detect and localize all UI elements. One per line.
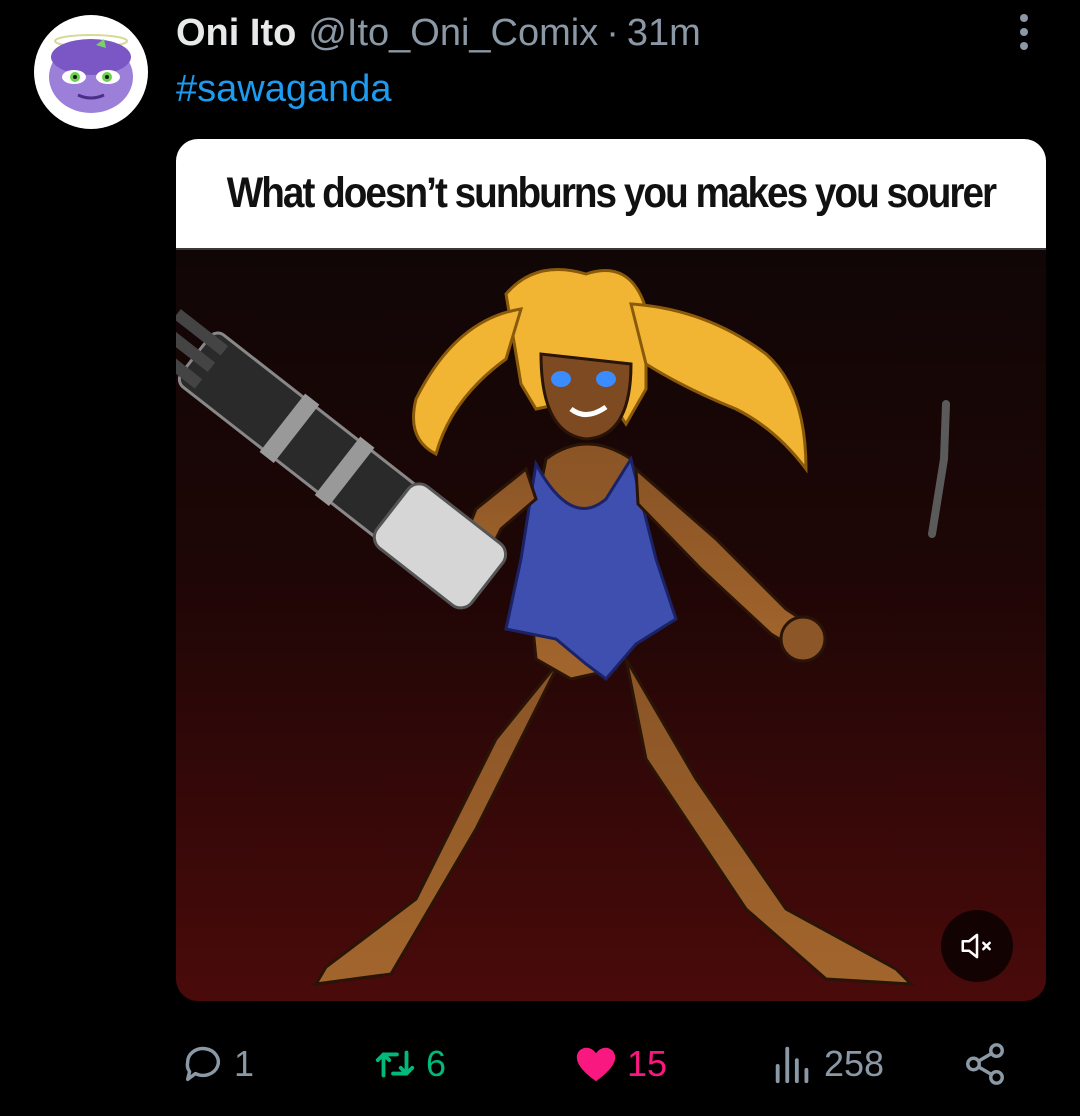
repost-button[interactable]: 6 xyxy=(372,1036,446,1092)
reply-button[interactable]: 1 xyxy=(180,1036,254,1092)
separator-dot: · xyxy=(606,12,619,54)
post-timestamp[interactable]: 31m xyxy=(627,10,701,56)
repost-icon xyxy=(375,1050,415,1078)
views-button[interactable]: 258 xyxy=(770,1036,884,1092)
author-display-name[interactable]: Oni Ito xyxy=(176,10,296,56)
views-count: 258 xyxy=(824,1043,885,1084)
heart-filled-icon xyxy=(576,1047,616,1082)
author-handle[interactable]: @Ito_Oni_Comix xyxy=(308,10,598,56)
like-button[interactable]: 15 xyxy=(573,1036,667,1092)
post-actions-bar: 1 6 15 258 xyxy=(0,1036,1080,1092)
speaker-mute-glyph xyxy=(961,933,991,959)
like-count: 15 xyxy=(627,1043,668,1084)
meme-caption-bar: What doesn’t sunburns you makes you sour… xyxy=(176,139,1046,250)
meme-caption-text: What doesn’t sunburns you makes you sour… xyxy=(226,169,997,217)
post-header: Oni Ito @Ito_Oni_Comix · 31m xyxy=(176,10,701,56)
avatar-illustration xyxy=(49,34,133,113)
more-vertical-icon[interactable] xyxy=(1004,10,1044,54)
post-media[interactable]: What doesn’t sunburns you makes you sour… xyxy=(176,139,1046,1001)
repost-count: 6 xyxy=(426,1043,447,1084)
volume-muted-icon[interactable] xyxy=(941,910,1013,982)
post-hashtag-link[interactable]: #sawaganda xyxy=(176,66,392,112)
views-bar-chart-icon xyxy=(775,1046,809,1084)
share-button[interactable] xyxy=(962,1036,1016,1092)
avatar[interactable] xyxy=(34,15,148,129)
share-icon xyxy=(966,1043,1004,1085)
reply-count: 1 xyxy=(234,1043,255,1084)
media-illustration xyxy=(176,139,1046,1001)
reply-bubble-icon xyxy=(185,1046,221,1082)
